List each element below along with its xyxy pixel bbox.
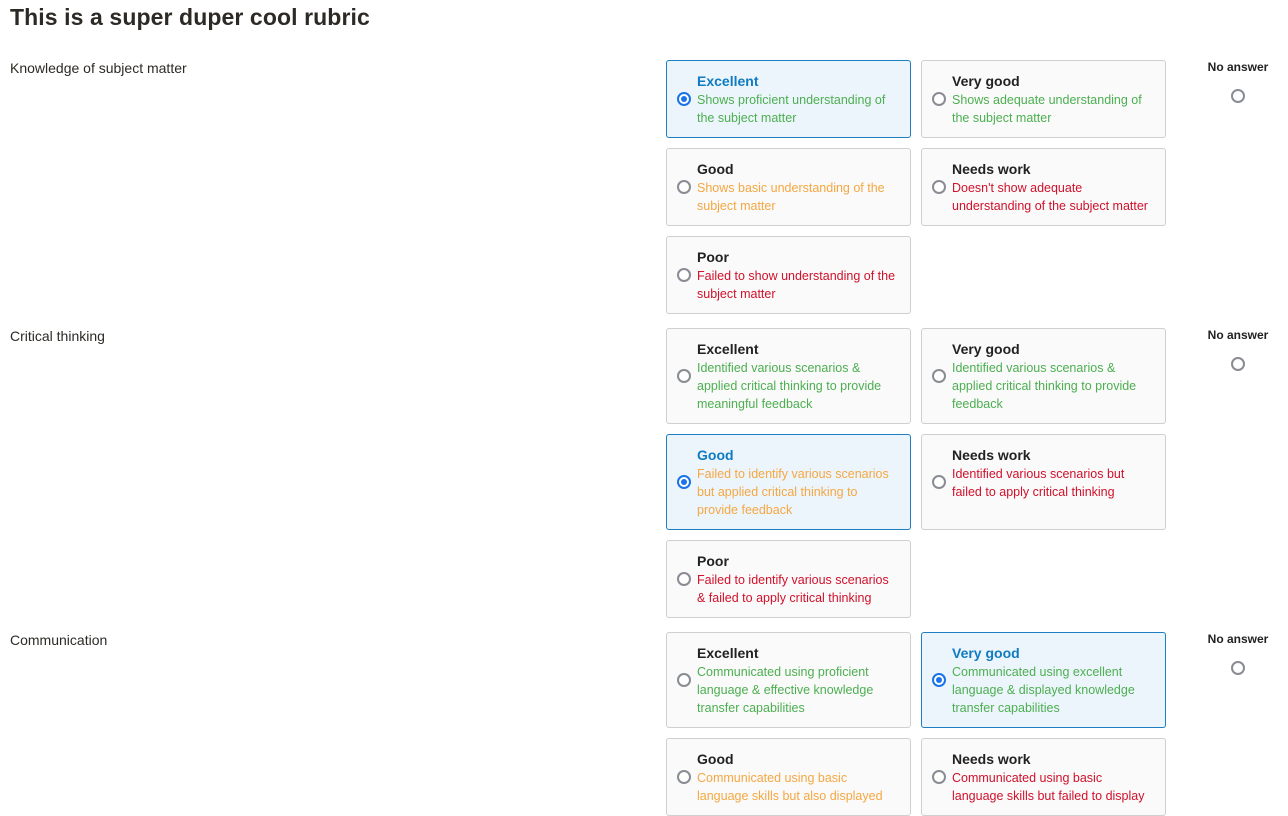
rating-description: Shows basic understanding of the subject… [697,181,885,213]
rating-option-good[interactable]: Good Shows basic understanding of the su… [666,148,911,226]
rating-description: Communicated using proficient language &… [697,665,874,715]
rating-description: Communicated using basic language skills… [697,771,883,803]
rating-description: Shows proficient understanding of the su… [697,93,886,125]
rating-option-very-good[interactable]: Very good Shows adequate understanding o… [921,60,1166,138]
radio-icon[interactable] [677,770,691,784]
rating-level: Very good [952,341,1020,357]
rating-description: Doesn't show adequate understanding of t… [952,181,1148,213]
rating-option-needs-work[interactable]: Needs work Doesn't show adequate underst… [921,148,1166,226]
rating-option-needs-work[interactable]: Needs work Communicated using basic lang… [921,738,1166,816]
rating-level: Good [697,751,734,767]
rating-description: Communicated using basic language skills… [952,771,1145,803]
rating-option-excellent[interactable]: Excellent Communicated using proficient … [666,632,911,728]
radio-icon[interactable] [932,475,946,489]
rating-description: Failed to show understanding of the subj… [697,269,896,301]
radio-icon[interactable] [932,770,946,784]
no-answer-label: No answer [1207,632,1269,646]
radio-icon[interactable] [677,475,691,489]
radio-icon[interactable] [677,180,691,194]
radio-icon[interactable] [932,673,946,687]
rating-description: Failed to identify various scenarios but… [697,467,889,517]
rating-level: Very good [952,645,1020,661]
rating-level: Excellent [697,73,759,89]
criterion-label: Critical thinking [10,328,105,344]
rating-level: Very good [952,73,1020,89]
rating-description: Failed to identify various scenarios & f… [697,573,889,605]
no-answer-label: No answer [1207,328,1269,342]
rubric-title: This is a super duper cool rubric [10,4,370,30]
rating-level: Good [697,447,734,463]
criterion-label: Knowledge of subject matter [10,60,187,76]
rating-level: Poor [697,249,729,265]
rating-level: Excellent [697,341,759,357]
rating-level: Needs work [952,751,1031,767]
radio-icon[interactable] [932,369,946,383]
radio-icon[interactable] [677,92,691,106]
rating-option-poor[interactable]: Poor Failed to show understanding of the… [666,236,911,314]
rating-level: Needs work [952,447,1031,463]
radio-icon[interactable] [677,572,691,586]
no-answer-radio-icon[interactable] [1231,661,1245,675]
radio-icon[interactable] [677,673,691,687]
no-answer-option[interactable]: No answer [1200,632,1276,675]
rating-description: Identified various scenarios & applied c… [697,361,882,411]
no-answer-option[interactable]: No answer [1200,328,1276,371]
rating-level: Poor [697,553,729,569]
rating-option-very-good[interactable]: Very good Communicated using excellent l… [921,632,1166,728]
no-answer-radio-icon[interactable] [1231,357,1245,371]
rating-option-excellent[interactable]: Excellent Shows proficient understanding… [666,60,911,138]
rating-options: Excellent Identified various scenarios &… [666,328,1166,618]
radio-icon[interactable] [677,268,691,282]
rating-option-excellent[interactable]: Excellent Identified various scenarios &… [666,328,911,424]
rating-description: Identified various scenarios & applied c… [952,361,1137,411]
rating-description: Identified various scenarios but failed … [952,467,1125,499]
rating-options: Excellent Communicated using proficient … [666,632,1166,816]
rating-options: Excellent Shows proficient understanding… [666,60,1166,314]
rating-level: Excellent [697,645,759,661]
rating-option-needs-work[interactable]: Needs work Identified various scenarios … [921,434,1166,530]
radio-icon[interactable] [932,92,946,106]
rating-option-very-good[interactable]: Very good Identified various scenarios &… [921,328,1166,424]
rating-option-good[interactable]: Good Failed to identify various scenario… [666,434,911,530]
rating-option-poor[interactable]: Poor Failed to identify various scenario… [666,540,911,618]
rating-option-good[interactable]: Good Communicated using basic language s… [666,738,911,816]
no-answer-radio-icon[interactable] [1231,89,1245,103]
rating-level: Good [697,161,734,177]
radio-icon[interactable] [677,369,691,383]
criterion-label: Communication [10,632,108,648]
no-answer-option[interactable]: No answer [1200,60,1276,103]
rating-description: Communicated using excellent language & … [952,665,1135,715]
rating-level: Needs work [952,161,1031,177]
radio-icon[interactable] [932,180,946,194]
rating-description: Shows adequate understanding of the subj… [952,93,1142,125]
no-answer-label: No answer [1207,60,1269,74]
